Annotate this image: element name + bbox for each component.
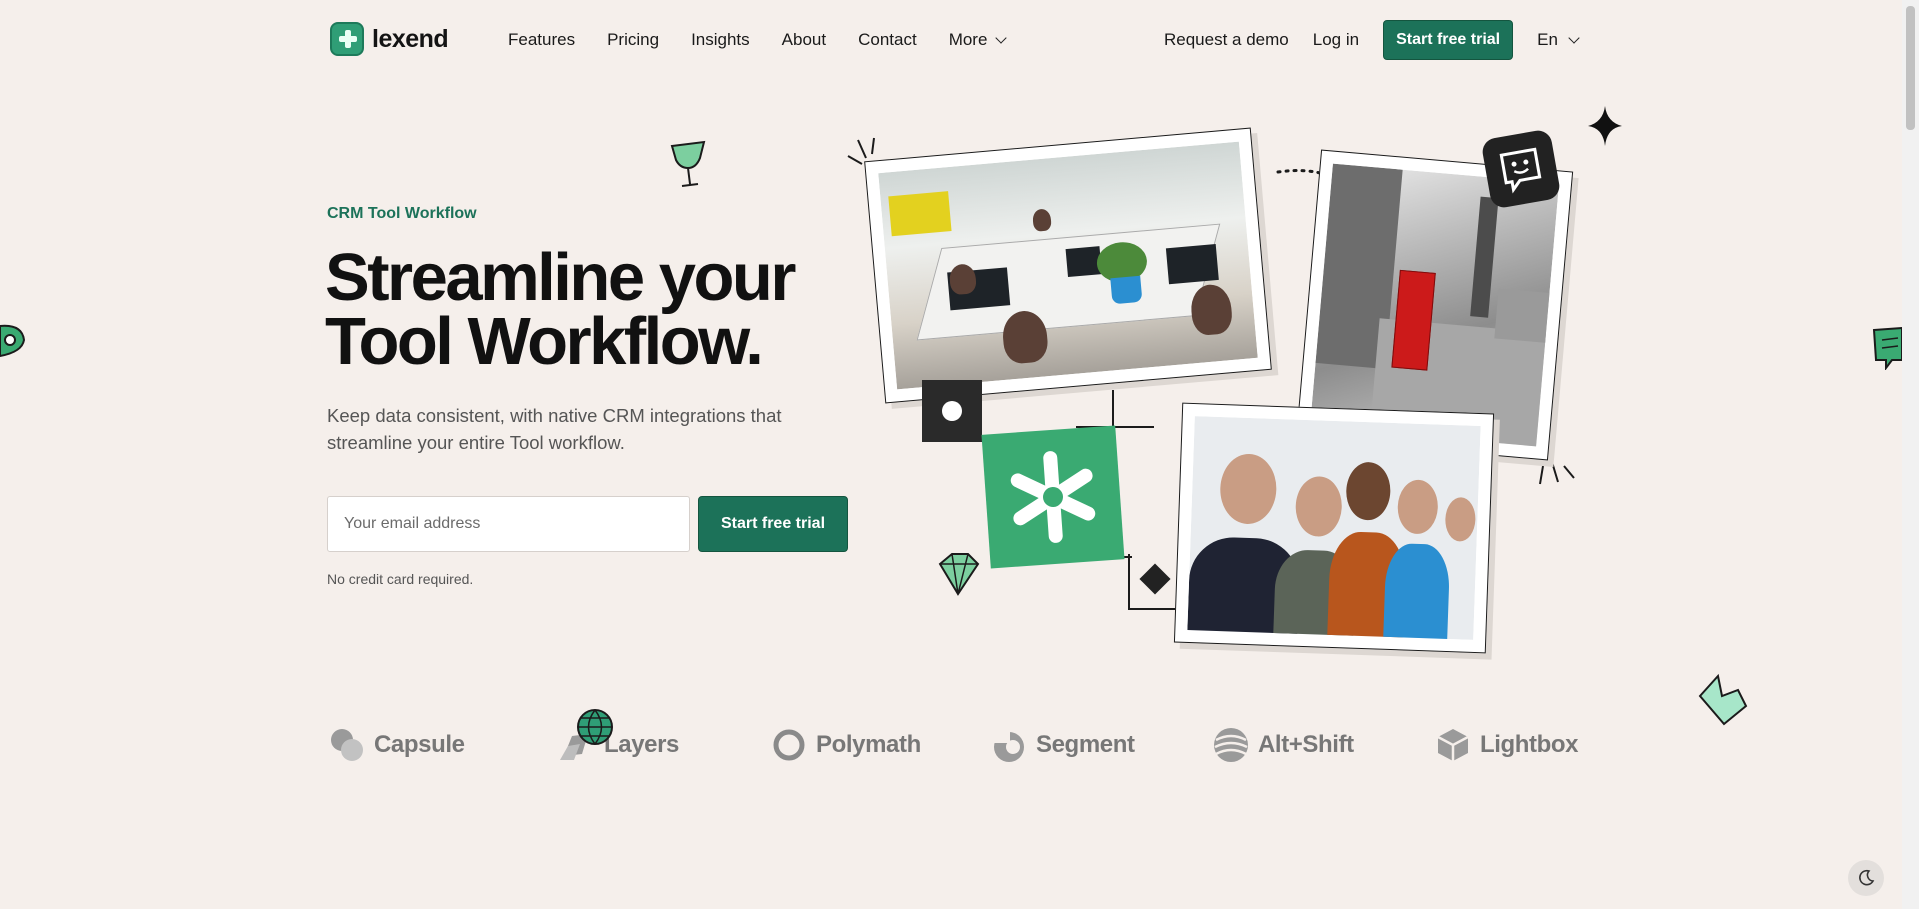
logo-polymath: Polymath [770,726,921,764]
lightbox-logo-icon [1437,729,1469,761]
nav-link-insights[interactable]: Insights [691,30,750,50]
login-link[interactable]: Log in [1313,30,1359,50]
nav-start-trial-button[interactable]: Start free trial [1383,20,1514,60]
decorative-line [1128,554,1130,610]
smile-chat-badge-icon [1480,128,1562,210]
nav-link-pricing[interactable]: Pricing [607,30,659,50]
map-pin-icon [0,324,26,358]
nav-more-dropdown[interactable]: More [948,30,1008,50]
decorative-line [1128,608,1182,610]
capsule-logo-icon [331,729,363,761]
logo-altshift: Alt+Shift [1212,726,1354,764]
logo-name: Lightbox [1480,731,1579,758]
segment-logo-icon [994,731,1024,762]
moon-icon [1859,869,1875,886]
brand-logo[interactable]: lexend [330,22,449,56]
globe-icon [577,709,613,745]
sparkle-icon [1588,106,1622,146]
hero-eyebrow: CRM Tool Workflow [327,205,477,222]
nav-link-about[interactable]: About [782,30,826,50]
scrollbar-thumb[interactable] [1906,6,1915,130]
crown-icon [1698,673,1748,726]
hero-start-trial-button[interactable]: Start free trial [698,496,848,552]
chat-bubble-icon [1872,326,1902,370]
hero-subtext: Keep data consistent, with native CRM in… [327,405,782,453]
language-label: En [1537,30,1558,49]
team-photo [1173,402,1495,654]
plus-logo-icon [330,22,364,56]
chevron-down-icon [1568,31,1580,44]
dark-mode-toggle[interactable] [1848,860,1884,896]
chevron-down-icon [995,31,1008,44]
nav-link-contact[interactable]: Contact [858,30,917,50]
asterisk-icon [1010,451,1096,543]
request-demo-link[interactable]: Request a demo [1164,30,1289,50]
primary-nav: Features Pricing Insights About Contact … [508,30,1008,50]
language-selector[interactable]: En [1537,30,1580,50]
logo-name: Layers [604,731,679,758]
polymath-logo-icon [773,729,805,761]
hero-headline: Streamline your Tool Workflow. [325,240,796,379]
nav-link-features[interactable]: Features [508,30,575,50]
logo-segment: Segment [990,726,1135,764]
spark-lines-icon [1539,459,1575,485]
logo-capsule: Capsule [328,726,465,764]
email-field[interactable] [327,496,690,552]
logo-name: Alt+Shift [1258,731,1354,758]
gem-icon [938,553,980,596]
diamond-decoration [1139,563,1171,595]
no-credit-card-note: No credit card required. [327,571,474,587]
asterisk-block-decoration [981,425,1125,569]
altshift-logo-icon [1214,728,1248,762]
nav-actions: Request a demo Log in Start free trial E… [1164,20,1580,60]
logo-name: Segment [1036,731,1135,758]
trophy-icon [670,140,706,187]
vertical-scrollbar[interactable] [1902,0,1919,909]
logo-name: Polymath [816,731,921,758]
top-navigation: lexend Features Pricing Insights About C… [0,0,1900,80]
logo-lightbox: Lightbox [1434,726,1579,764]
nav-more-label: More [948,30,988,49]
logo-name: Capsule [374,731,465,758]
brand-name: lexend [372,24,449,53]
office-photo [864,127,1272,404]
dot-block-decoration [922,380,982,442]
